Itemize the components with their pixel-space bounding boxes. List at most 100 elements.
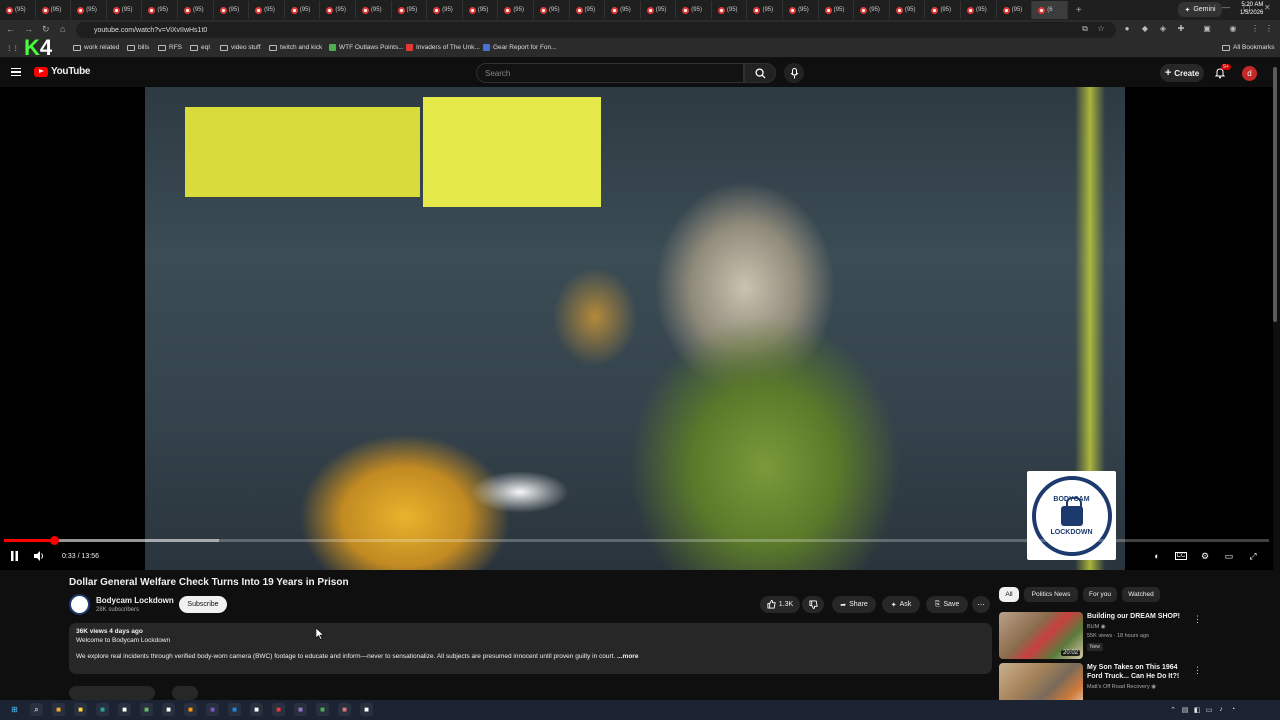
browser-tab[interactable]: (95) xyxy=(676,1,712,19)
description-box[interactable]: 36K views 4 days ago Welcome to Bodycam … xyxy=(69,623,992,674)
browser-tab[interactable]: (95) xyxy=(320,1,356,19)
recommendation-title[interactable]: Building our DREAM SHOP! xyxy=(1087,612,1187,621)
browser-tab[interactable]: (95) xyxy=(0,1,36,19)
browser-tab[interactable]: (95) xyxy=(783,1,819,19)
install-icon[interactable]: ⧉ xyxy=(1080,24,1090,34)
reload-icon[interactable]: ↻ xyxy=(42,24,50,35)
chip-watched[interactable]: Watched xyxy=(1122,587,1160,602)
search-input[interactable]: Search xyxy=(476,63,744,83)
system-tray-icon[interactable]: ⌃ xyxy=(1168,703,1178,716)
app-icon[interactable]: ■ xyxy=(228,703,241,716)
more-actions-button[interactable]: ⋯ xyxy=(972,596,990,613)
system-tray-icon[interactable]: ◔ xyxy=(1228,703,1238,716)
system-tray-icon[interactable]: ◧ xyxy=(1192,703,1202,716)
browser-tab[interactable]: (95) xyxy=(641,1,677,19)
app-icon[interactable]: ■ xyxy=(206,703,219,716)
chip-all[interactable]: All xyxy=(999,587,1019,602)
windows-start-icon[interactable]: ⊞ xyxy=(8,703,21,716)
search-icon[interactable]: ⌕ xyxy=(30,703,43,716)
system-tray-icon[interactable]: ▤ xyxy=(1180,703,1190,716)
app-icon[interactable]: ■ xyxy=(184,703,197,716)
extension-icon[interactable]: ◆ xyxy=(1140,24,1150,34)
puzzle-icon[interactable]: ✚ xyxy=(1176,24,1186,34)
browser-tab[interactable]: (95) xyxy=(890,1,926,19)
autoplay-toggle[interactable]: ◐ xyxy=(1150,549,1164,563)
apps-icon[interactable]: ⋮⋮ xyxy=(6,44,19,52)
browser-tab-active[interactable]: (6 xyxy=(1032,1,1068,19)
bookmark-item[interactable]: Gear Report for Fon... xyxy=(483,44,557,51)
more-vertical-icon[interactable]: ⋮ xyxy=(1193,665,1202,676)
app-icon[interactable]: ■ xyxy=(316,703,329,716)
browser-tab[interactable]: (95) xyxy=(214,1,250,19)
browser-tab[interactable]: (95) xyxy=(747,1,784,19)
list-item[interactable]: 20:02 Building our DREAM SHOP! BUM ◉ 55K… xyxy=(999,612,1269,660)
menu-icon[interactable] xyxy=(11,68,21,76)
browser-tab[interactable]: (95) xyxy=(925,1,962,19)
gemini-button[interactable]: ✦ Gemini xyxy=(1178,2,1222,17)
forward-icon[interactable]: → xyxy=(24,24,33,34)
browser-tab[interactable]: (95) xyxy=(71,1,107,19)
browser-tab[interactable]: (95) xyxy=(997,1,1033,19)
browser-tab[interactable]: (95) xyxy=(854,1,890,19)
progress-bar[interactable] xyxy=(4,536,1269,545)
app-icon[interactable]: ■ xyxy=(140,703,153,716)
browser-tab[interactable]: (95) xyxy=(463,1,499,19)
video-player[interactable]: BODYCAM LOCKDOWN 0:33 / 13:56 ◐ CC ⚙ ▭ ⤢ xyxy=(0,87,1273,570)
bookmark-item[interactable]: bills xyxy=(127,44,149,51)
app-icon[interactable]: ■ xyxy=(250,703,263,716)
app-icon[interactable]: ■ xyxy=(118,703,131,716)
all-bookmarks[interactable]: All Bookmarks xyxy=(1222,44,1275,51)
browser-tab[interactable]: (95) xyxy=(178,1,214,19)
ask-button[interactable]: ✦ Ask xyxy=(882,596,920,613)
bookmark-item[interactable]: eqI xyxy=(190,44,210,51)
minimize-icon[interactable]: — xyxy=(1222,3,1230,12)
browser-tab[interactable]: (95) xyxy=(107,1,143,19)
system-tray-icon[interactable]: ▭ xyxy=(1204,703,1214,716)
system-tray-icon[interactable]: ♪ xyxy=(1216,703,1226,716)
channel-avatar[interactable] xyxy=(69,594,90,615)
close-icon[interactable]: ✕ xyxy=(1264,3,1271,12)
share-button[interactable]: ➦ Share xyxy=(832,596,876,613)
browser-tab[interactable]: (95) xyxy=(534,1,570,19)
browser-tab[interactable]: (95) xyxy=(142,1,178,19)
file-explorer-icon[interactable]: ■ xyxy=(52,703,65,716)
browser-tab[interactable]: (95) xyxy=(605,1,641,19)
back-icon[interactable]: ← xyxy=(6,24,15,34)
browser-tab[interactable]: (95) xyxy=(356,1,392,19)
discord-icon[interactable]: ■ xyxy=(294,703,307,716)
video-frame[interactable] xyxy=(145,87,1125,570)
fullscreen-button[interactable]: ⤢ xyxy=(1246,549,1260,563)
home-icon[interactable]: ⌂ xyxy=(60,24,65,34)
menu-icon[interactable]: ⋮ xyxy=(1264,24,1274,34)
bookmark-star-icon[interactable]: ☆ xyxy=(1096,24,1106,34)
extension-icon[interactable]: ◈ xyxy=(1158,24,1168,34)
more-vertical-icon[interactable]: ⋮ xyxy=(1193,614,1202,625)
app-icon[interactable]: ■ xyxy=(338,703,351,716)
voice-search-button[interactable] xyxy=(784,63,804,83)
bookmark-item[interactable]: video stuff xyxy=(220,44,261,51)
dislike-button[interactable] xyxy=(802,596,824,613)
page-scrollbar[interactable] xyxy=(1273,59,1280,700)
recommendation-title[interactable]: My Son Takes on This 1964 Ford Truck... … xyxy=(1087,663,1187,681)
bookmark-item[interactable]: RFS xyxy=(158,44,182,51)
bookmark-item[interactable]: work related xyxy=(73,44,119,51)
video-thumbnail[interactable]: 20:02 xyxy=(999,612,1083,659)
menu-kebab-icon[interactable]: ⋮ xyxy=(1250,24,1260,34)
volume-button[interactable] xyxy=(32,549,46,563)
channel-watermark[interactable]: BODYCAM LOCKDOWN xyxy=(1027,471,1116,560)
pause-button[interactable] xyxy=(8,549,20,563)
profile-icon[interactable]: ◉ xyxy=(1228,24,1238,34)
subscribe-button[interactable]: Subscribe xyxy=(179,596,227,613)
browser-tab[interactable]: (95) xyxy=(498,1,534,19)
browser-tab[interactable]: (95) xyxy=(427,1,463,19)
more-link[interactable]: ...more xyxy=(617,653,638,660)
chip-for-you[interactable]: For you xyxy=(1083,587,1117,602)
browser-tab[interactable]: (95) xyxy=(819,1,855,19)
bookmark-item[interactable]: twitch and kick xyxy=(269,44,322,51)
browser-tab[interactable]: (95) xyxy=(36,1,72,19)
app-icon[interactable]: ■ xyxy=(162,703,175,716)
browser-tab[interactable]: (95) xyxy=(249,1,285,19)
new-tab-icon[interactable]: + xyxy=(1076,5,1082,16)
clock[interactable]: 5:20 AM 1/5/2026 xyxy=(1240,1,1263,17)
sticky-notes-icon[interactable]: ■ xyxy=(74,703,87,716)
